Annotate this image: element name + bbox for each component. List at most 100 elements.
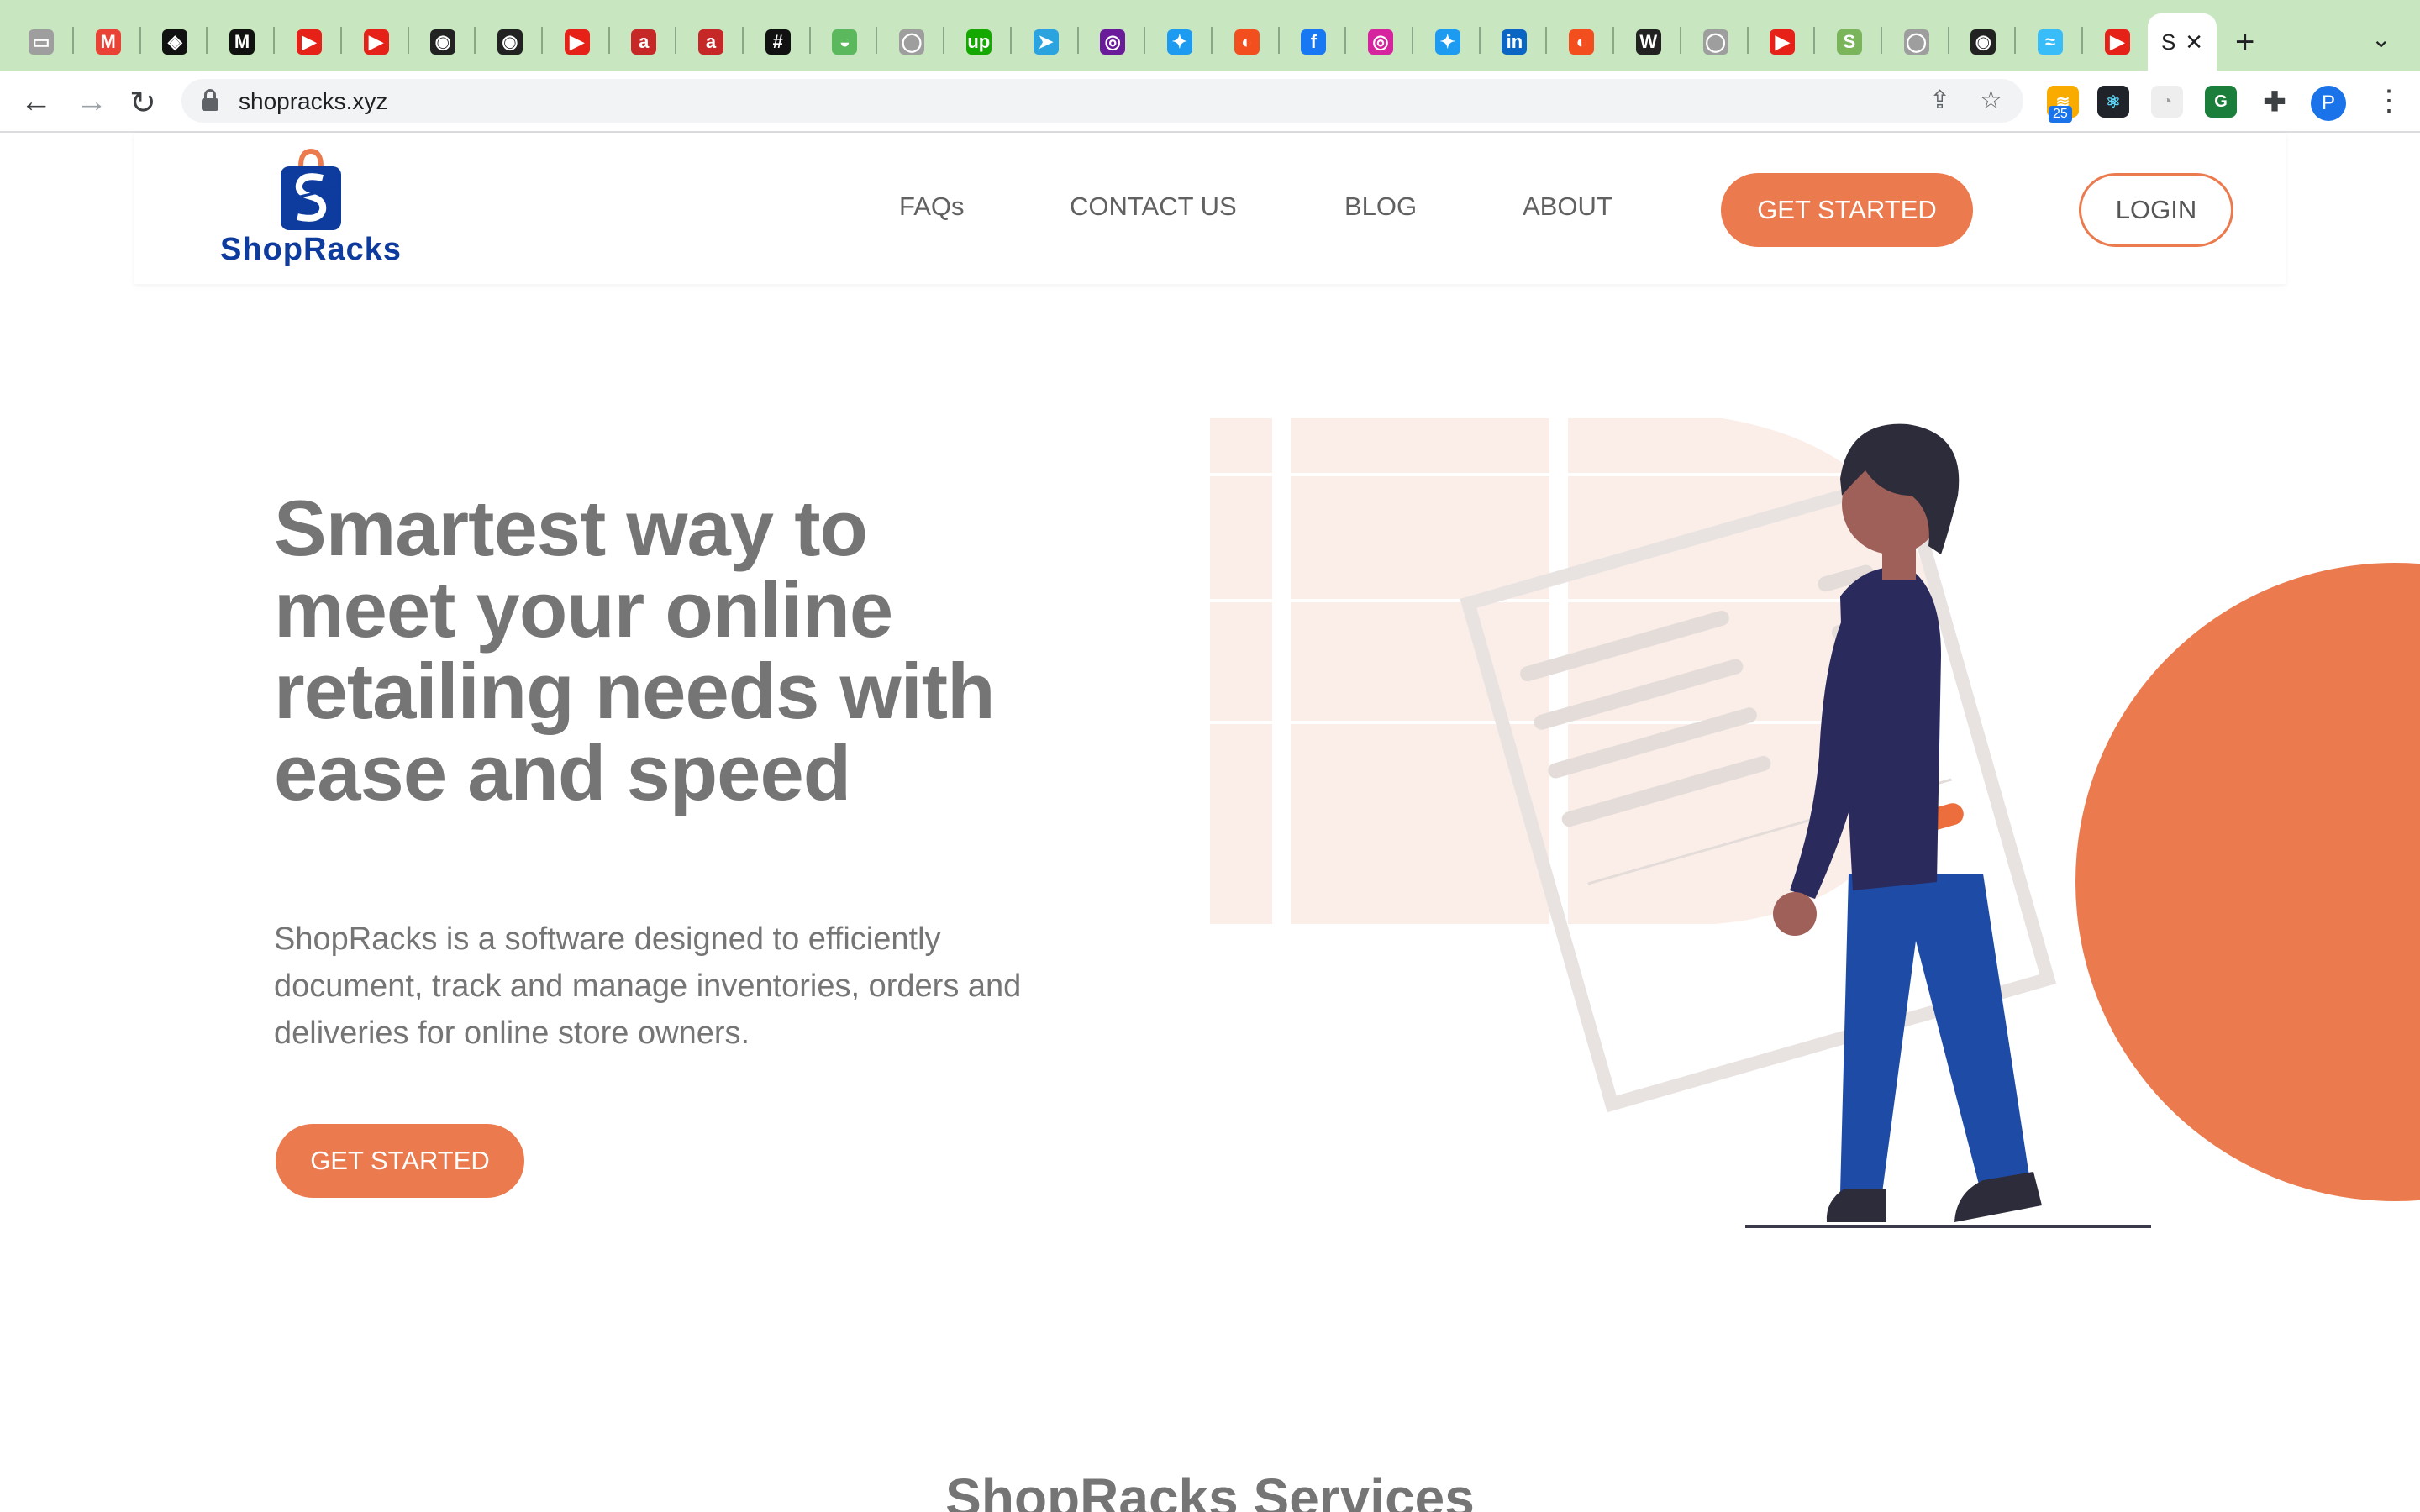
forward-button[interactable]: → bbox=[76, 84, 108, 120]
bookmark-star-icon[interactable]: ☆ bbox=[1980, 86, 2002, 115]
youtube-icon: ▶ bbox=[296, 29, 322, 55]
browser-tab[interactable]: ◉ bbox=[477, 13, 543, 71]
tab-separator bbox=[608, 27, 610, 54]
browser-tab[interactable]: ◒ bbox=[812, 13, 878, 71]
tab-separator bbox=[1412, 27, 1413, 54]
browser-tab[interactable]: up bbox=[946, 13, 1012, 71]
linkedin-icon: in bbox=[1502, 29, 1528, 55]
address-bar[interactable]: shopracks.xyz ⇪ ☆ bbox=[182, 79, 2023, 123]
browser-tab[interactable]: ➤ bbox=[1013, 13, 1079, 71]
url-text[interactable]: shopracks.xyz bbox=[239, 88, 387, 115]
android-icon: ◒ bbox=[832, 29, 858, 55]
more-menu-icon[interactable]: ⋮ bbox=[2375, 84, 2403, 118]
browser-tab[interactable]: ◐ bbox=[1549, 13, 1615, 71]
tab-separator bbox=[206, 27, 208, 54]
browser-tab[interactable]: ▶ bbox=[1749, 13, 1816, 71]
tab-separator bbox=[1880, 27, 1882, 54]
youtube-icon: ▶ bbox=[2104, 29, 2130, 55]
tab-separator bbox=[2014, 27, 2017, 54]
puzzle-icon[interactable]: ✚ bbox=[2259, 86, 2291, 118]
browser-tab[interactable]: S bbox=[1817, 13, 1882, 71]
nav-contact-us[interactable]: CONTACT US bbox=[1070, 192, 1237, 222]
browser-tabstrip: ▭ M ◈ M ▶ ▶ ◉ ◉ ▶ a a # ◒ ◯ up ➤ ◎ ✦ ◐ f ◎ ✦ in ◐ W ◯ ▶ S ◯ ◉ ≈ ▶ S ✕ +… bbox=[0, 0, 2420, 71]
reload-button[interactable]: ↻ bbox=[129, 84, 156, 122]
browser-tab[interactable]: ▶ bbox=[2085, 13, 2150, 71]
browser-tab[interactable]: ◐ bbox=[1214, 13, 1280, 71]
browser-tab[interactable]: f bbox=[1281, 13, 1347, 71]
browser-tab[interactable]: ◯ bbox=[879, 13, 945, 71]
browser-tab[interactable]: ◯ bbox=[1683, 13, 1749, 71]
lock-icon[interactable] bbox=[202, 89, 218, 111]
upwork-icon: up bbox=[965, 29, 992, 55]
browser-tab[interactable]: ▶ bbox=[344, 13, 409, 71]
browser-tab[interactable]: ◉ bbox=[1950, 13, 2017, 71]
chrome-icon: ◎ bbox=[1100, 29, 1126, 55]
tab-separator bbox=[139, 27, 141, 54]
browser-tab[interactable]: M bbox=[209, 13, 276, 71]
tailwind-icon: ≈ bbox=[2038, 29, 2063, 55]
browser-tab[interactable]: ◉ bbox=[410, 13, 476, 71]
youtube-icon: ▶ bbox=[1770, 29, 1796, 55]
wikipedia-icon: W bbox=[1635, 29, 1661, 55]
browser-tab[interactable]: ◯ bbox=[1884, 13, 1949, 71]
extension-icon[interactable]: ◔ bbox=[2151, 86, 2183, 118]
tab-separator bbox=[72, 27, 74, 54]
nav-faqs[interactable]: FAQs bbox=[899, 192, 965, 222]
tab-separator bbox=[1009, 27, 1012, 54]
header-get-started-button[interactable]: GET STARTED bbox=[1721, 173, 1973, 247]
avatar[interactable]: P bbox=[2311, 86, 2346, 121]
new-tab-button[interactable]: + bbox=[2235, 24, 2254, 61]
browser-tab[interactable]: M bbox=[76, 13, 141, 71]
tab-separator bbox=[273, 27, 276, 54]
share-icon[interactable]: ⇪ bbox=[1929, 86, 1950, 115]
decorative-circle bbox=[2075, 563, 2420, 1201]
browser-tab[interactable]: ≈ bbox=[2018, 13, 2083, 71]
telegram-icon: ➤ bbox=[1033, 29, 1059, 55]
app-icon: a bbox=[698, 29, 723, 55]
tab-separator bbox=[1277, 27, 1280, 54]
hero-get-started-button[interactable]: GET STARTED bbox=[276, 1124, 524, 1198]
browser-tab[interactable]: ▭ bbox=[8, 13, 74, 71]
grammarly-icon[interactable]: G bbox=[2205, 86, 2237, 118]
browser-tab[interactable]: in bbox=[1481, 13, 1548, 71]
tab-separator bbox=[1344, 27, 1347, 54]
browser-tab[interactable]: W bbox=[1616, 13, 1681, 71]
extension-badge: 25 bbox=[2049, 106, 2072, 123]
tab-separator bbox=[1478, 27, 1481, 54]
browser-tab[interactable]: ✦ bbox=[1147, 13, 1213, 71]
nav-about[interactable]: ABOUT bbox=[1523, 192, 1612, 222]
close-icon[interactable]: ✕ bbox=[2185, 29, 2203, 55]
logo[interactable]: ShopRacks bbox=[218, 148, 403, 274]
shopping-bag-icon bbox=[281, 148, 341, 230]
site-header: ShopRacks FAQs CONTACT US BLOG ABOUT GET… bbox=[134, 133, 2286, 284]
browser-tab[interactable]: ◎ bbox=[1348, 13, 1413, 71]
nav-blog[interactable]: BLOG bbox=[1344, 192, 1417, 222]
globe-icon: ◉ bbox=[430, 29, 456, 55]
browser-tab[interactable]: ✦ bbox=[1415, 13, 1481, 71]
browser-tab[interactable]: # bbox=[745, 13, 811, 71]
figma-icon: ◐ bbox=[1569, 29, 1595, 55]
active-tab[interactable]: S ✕ bbox=[2148, 13, 2217, 71]
back-button[interactable]: ← bbox=[20, 84, 52, 120]
browser-tab[interactable]: a bbox=[678, 13, 744, 71]
react-devtools-icon[interactable]: ⚛ bbox=[2097, 86, 2129, 118]
instagram-icon: ◎ bbox=[1368, 29, 1393, 55]
browser-tab[interactable]: ▶ bbox=[276, 13, 342, 71]
hero-description: ShopRacks is a software designed to effi… bbox=[274, 921, 1022, 1051]
browser-tab[interactable]: ◈ bbox=[142, 13, 208, 71]
hero-illustration bbox=[1210, 418, 2420, 1228]
tab-separator bbox=[540, 27, 543, 54]
tab-separator bbox=[675, 27, 677, 54]
chevron-down-icon[interactable]: ⌄ bbox=[2371, 25, 2391, 53]
browser-tab[interactable]: ◎ bbox=[1080, 13, 1146, 71]
figma-icon: ◐ bbox=[1234, 29, 1260, 55]
github-icon: ◯ bbox=[899, 29, 925, 55]
tab-separator bbox=[1746, 27, 1749, 54]
browser-tab[interactable]: ▶ bbox=[544, 13, 610, 71]
browser-tab[interactable]: a bbox=[611, 13, 677, 71]
twitter-icon: ✦ bbox=[1166, 29, 1192, 55]
shopify-icon: S bbox=[1836, 29, 1862, 55]
youtube-icon: ▶ bbox=[564, 29, 590, 55]
login-button[interactable]: LOGIN bbox=[2079, 173, 2233, 247]
active-tab-title: S bbox=[2161, 29, 2176, 55]
